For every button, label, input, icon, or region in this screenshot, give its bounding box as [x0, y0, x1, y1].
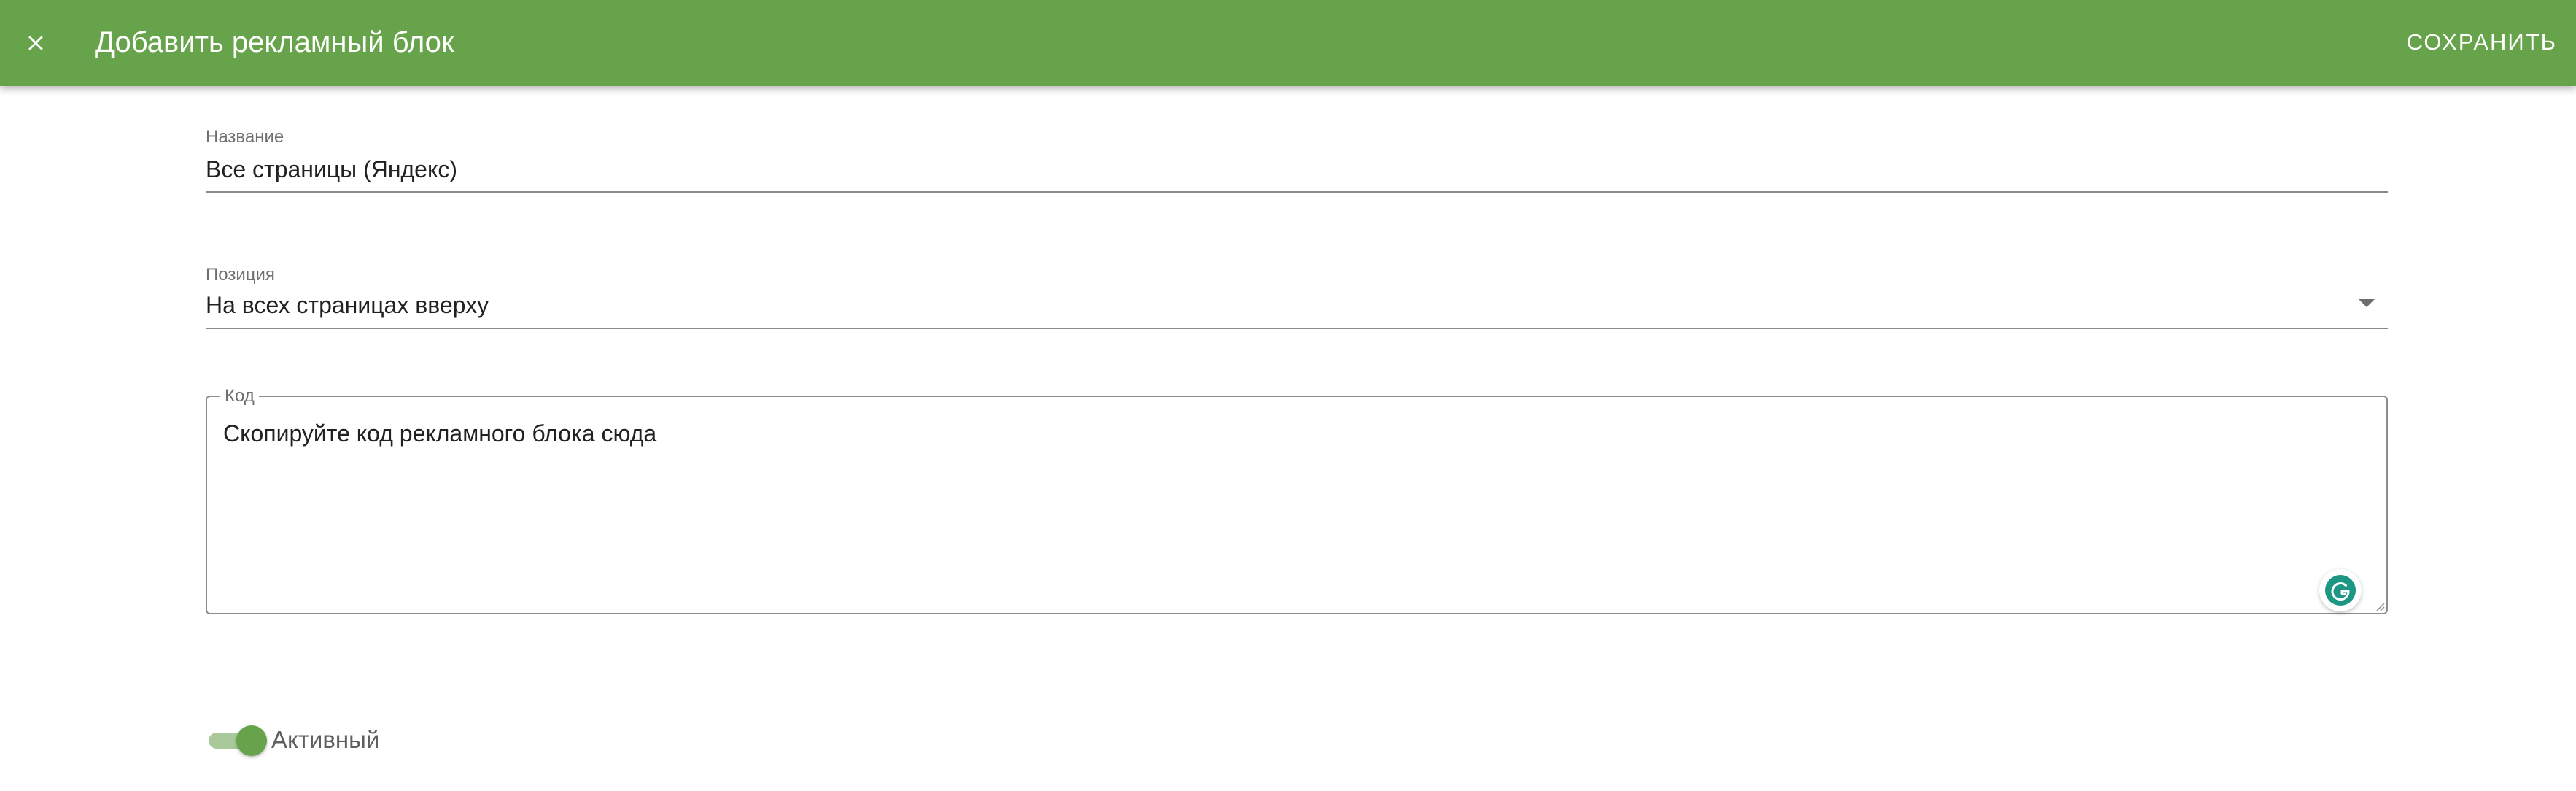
position-select[interactable]: Позиция На всех страницах вверху [206, 261, 2388, 331]
code-textarea-placeholder[interactable]: Скопируйте код рекламного блока сюда [223, 419, 656, 448]
close-icon [28, 36, 43, 50]
grammarly-icon [2325, 575, 2356, 606]
name-field-label: Название [206, 127, 284, 147]
code-textarea[interactable]: Код Скопируйте код рекламного блока сюда [206, 387, 2388, 614]
resize-handle-icon[interactable] [2375, 601, 2385, 611]
position-select-value[interactable]: На всех страницах вверху [206, 290, 489, 320]
grammarly-button[interactable] [2319, 569, 2362, 611]
save-button[interactable]: СОХРАНИТЬ [2407, 22, 2557, 63]
close-button[interactable] [10, 18, 61, 69]
name-field[interactable]: Название Все страницы (Яндекс) [206, 124, 2388, 194]
active-toggle-row[interactable]: Активный [207, 722, 379, 757]
position-select-underline [206, 328, 2388, 329]
code-textarea-label: Код [220, 387, 259, 406]
app-bar: Добавить рекламный блок СОХРАНИТЬ [0, 0, 2576, 86]
chevron-down-icon[interactable] [2359, 299, 2375, 307]
name-field-value[interactable]: Все страницы (Яндекс) [206, 155, 457, 184]
active-toggle[interactable] [207, 722, 267, 757]
toggle-thumb[interactable] [236, 725, 267, 756]
position-select-label: Позиция [206, 265, 275, 285]
name-field-underline [206, 191, 2388, 193]
page-title: Добавить рекламный блок [95, 26, 454, 58]
active-toggle-label[interactable]: Активный [271, 724, 379, 756]
